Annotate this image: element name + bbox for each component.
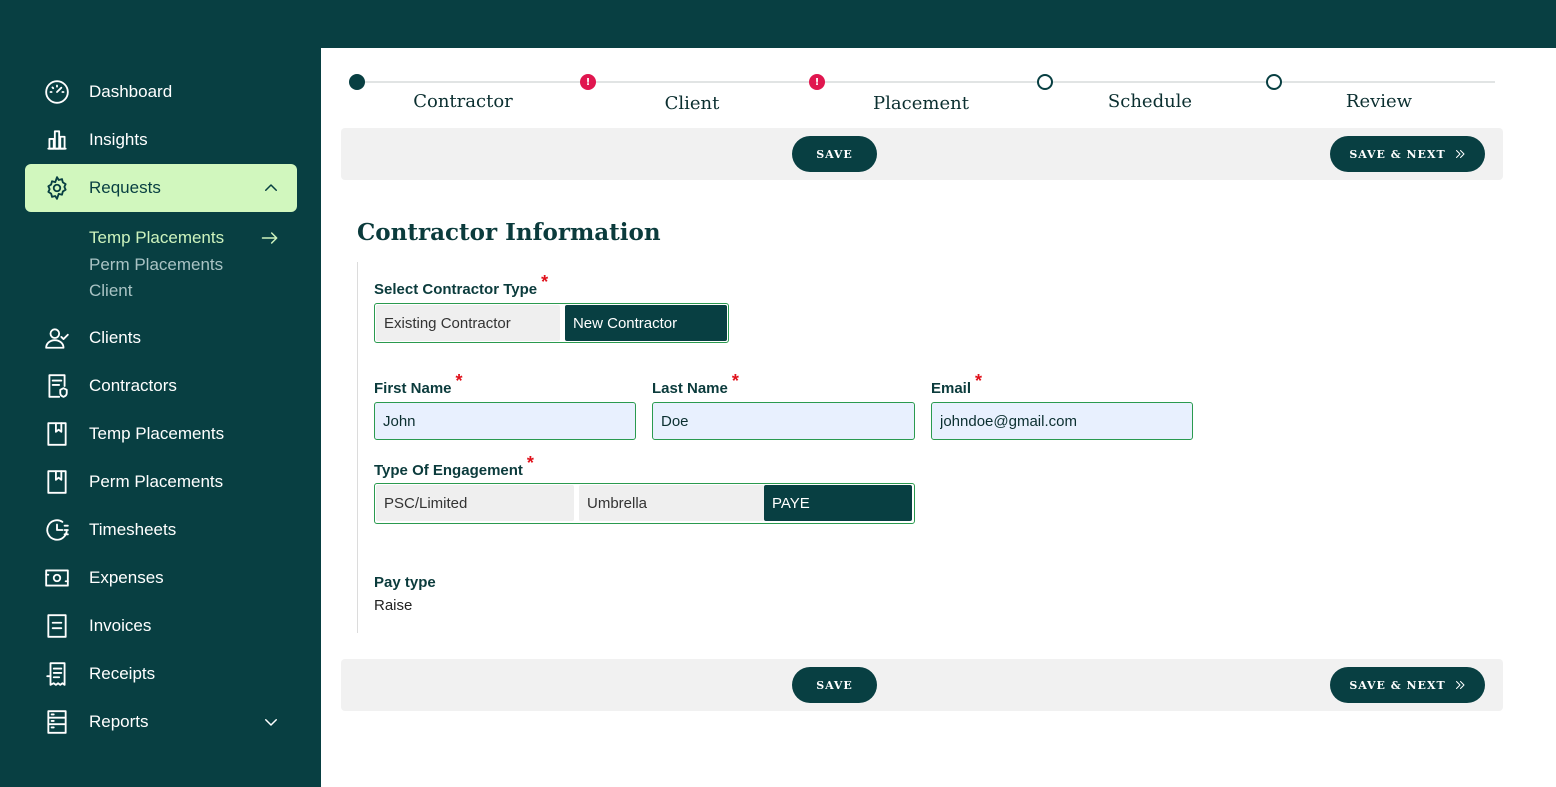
- sidebar-item-label: Invoices: [89, 616, 152, 635]
- step-review[interactable]: Review: [1279, 91, 1479, 112]
- action-bar-bottom: SAVE SAVE & NEXT: [341, 659, 1503, 711]
- sidebar-item-label: Receipts: [89, 664, 156, 683]
- step-dot-placement: !: [809, 74, 825, 90]
- arrow-right-icon: [260, 228, 280, 248]
- user-check-icon: [25, 325, 89, 351]
- sidebar-item-dashboard[interactable]: Dashboard: [25, 68, 297, 116]
- sidebar-item-contractors[interactable]: Contractors: [25, 362, 297, 410]
- bookmark-page-icon: [25, 469, 89, 495]
- sidebar-item-label: Requests: [89, 178, 161, 197]
- required-mark: *: [541, 272, 549, 292]
- error-icon: !: [585, 76, 591, 88]
- step-dot-client: !: [580, 74, 596, 90]
- sub-item-perm-placements[interactable]: Perm Placements: [89, 255, 223, 275]
- first-name-label: First Name *: [374, 371, 463, 398]
- receipt-icon: [25, 661, 89, 687]
- form-left-border: [357, 262, 358, 633]
- double-chevron-right-icon: [1455, 681, 1465, 689]
- bar-chart-icon: [25, 127, 89, 153]
- step-client[interactable]: Client: [592, 93, 792, 114]
- save-next-button[interactable]: SAVE & NEXT: [1330, 136, 1485, 172]
- option-psc-limited[interactable]: PSC/Limited: [376, 485, 574, 521]
- double-chevron-right-icon: [1455, 150, 1465, 158]
- sidebar-item-receipts[interactable]: Receipts: [25, 650, 297, 698]
- sidebar-item-reports[interactable]: Reports: [25, 698, 297, 746]
- required-mark: *: [455, 371, 463, 391]
- top-bar: [0, 0, 1556, 48]
- gauge-icon: [25, 79, 89, 105]
- sidebar-item-label: Dashboard: [89, 82, 173, 101]
- cash-icon: [25, 565, 89, 591]
- save-next-button[interactable]: SAVE & NEXT: [1330, 667, 1485, 703]
- engagement-toggle: PSC/Limited Umbrella PAYE: [374, 483, 915, 524]
- engagement-label: Type Of Engagement *: [374, 453, 534, 480]
- bookmark-page-icon: [25, 421, 89, 447]
- sidebar-item-perm-placements[interactable]: Perm Placements: [25, 458, 297, 506]
- gear-icon: [25, 175, 89, 201]
- required-mark: *: [526, 453, 534, 473]
- invoice-icon: [25, 613, 89, 639]
- sidebar-item-label: Perm Placements: [89, 472, 224, 491]
- save-next-label: SAVE & NEXT: [1349, 678, 1446, 692]
- pay-type-value: Raise: [374, 597, 413, 614]
- chevron-up-icon[interactable]: [245, 179, 297, 197]
- error-icon: !: [814, 76, 820, 88]
- action-bar-top: SAVE SAVE & NEXT: [341, 128, 1503, 180]
- sidebar-item-label: Reports: [89, 712, 149, 731]
- sidebar: Dashboard Insights Requests Temp Placeme…: [0, 48, 321, 787]
- last-name-label: Last Name *: [652, 371, 739, 398]
- step-dot-schedule: [1037, 74, 1053, 90]
- sidebar-item-label: Clients: [89, 328, 141, 347]
- contractor-type-label: Select Contractor Type *: [374, 272, 548, 299]
- save-next-label: SAVE & NEXT: [1349, 147, 1446, 161]
- email-input[interactable]: [931, 402, 1193, 440]
- option-paye[interactable]: PAYE: [764, 485, 912, 521]
- sidebar-item-invoices[interactable]: Invoices: [25, 602, 297, 650]
- sidebar-item-label: Expenses: [89, 568, 164, 587]
- sidebar-item-insights[interactable]: Insights: [25, 116, 297, 164]
- step-placement[interactable]: Placement: [821, 93, 1021, 114]
- sidebar-item-clients[interactable]: Clients: [25, 314, 297, 362]
- save-button[interactable]: SAVE: [792, 667, 877, 703]
- chevron-down-icon[interactable]: [245, 713, 297, 731]
- sidebar-item-label: Contractors: [89, 376, 177, 395]
- sidebar-item-label: Timesheets: [89, 520, 177, 539]
- contractor-type-toggle: Existing Contractor New Contractor: [374, 303, 729, 343]
- option-umbrella[interactable]: Umbrella: [579, 485, 764, 521]
- first-name-label-text: First Name: [374, 380, 452, 397]
- save-button[interactable]: SAVE: [792, 136, 877, 172]
- engagement-label-text: Type Of Engagement: [374, 462, 523, 479]
- contractor-type-label-text: Select Contractor Type: [374, 281, 538, 298]
- stepper-track: [357, 81, 1495, 83]
- last-name-input[interactable]: [652, 402, 915, 440]
- required-mark: *: [731, 371, 739, 391]
- step-contractor[interactable]: Contractor: [363, 91, 563, 112]
- server-list-icon: [25, 709, 89, 735]
- pay-type-label: Pay type: [374, 574, 436, 591]
- sub-item-temp-placements[interactable]: Temp Placements: [89, 228, 224, 248]
- sub-item-client[interactable]: Client: [89, 281, 132, 301]
- sidebar-item-timesheets[interactable]: Timesheets: [25, 506, 297, 554]
- sidebar-item-label: Insights: [89, 130, 148, 149]
- sidebar-item-temp-placements[interactable]: Temp Placements: [25, 410, 297, 458]
- sidebar-item-label: Temp Placements: [89, 424, 225, 443]
- email-label-text: Email: [931, 380, 972, 397]
- clock-icon: [25, 517, 89, 543]
- section-title: Contractor Information: [357, 219, 661, 246]
- document-shield-icon: [25, 373, 89, 399]
- step-dot-contractor: [349, 74, 365, 90]
- option-existing-contractor[interactable]: Existing Contractor: [376, 305, 560, 341]
- sidebar-item-expenses[interactable]: Expenses: [25, 554, 297, 602]
- sidebar-item-requests[interactable]: Requests: [25, 164, 297, 212]
- option-new-contractor[interactable]: New Contractor: [564, 305, 727, 341]
- required-mark: *: [975, 371, 983, 391]
- email-label: Email *: [931, 371, 982, 398]
- last-name-label-text: Last Name: [652, 380, 728, 397]
- step-dot-review: [1266, 74, 1282, 90]
- first-name-input[interactable]: [374, 402, 636, 440]
- step-schedule[interactable]: Schedule: [1050, 91, 1250, 112]
